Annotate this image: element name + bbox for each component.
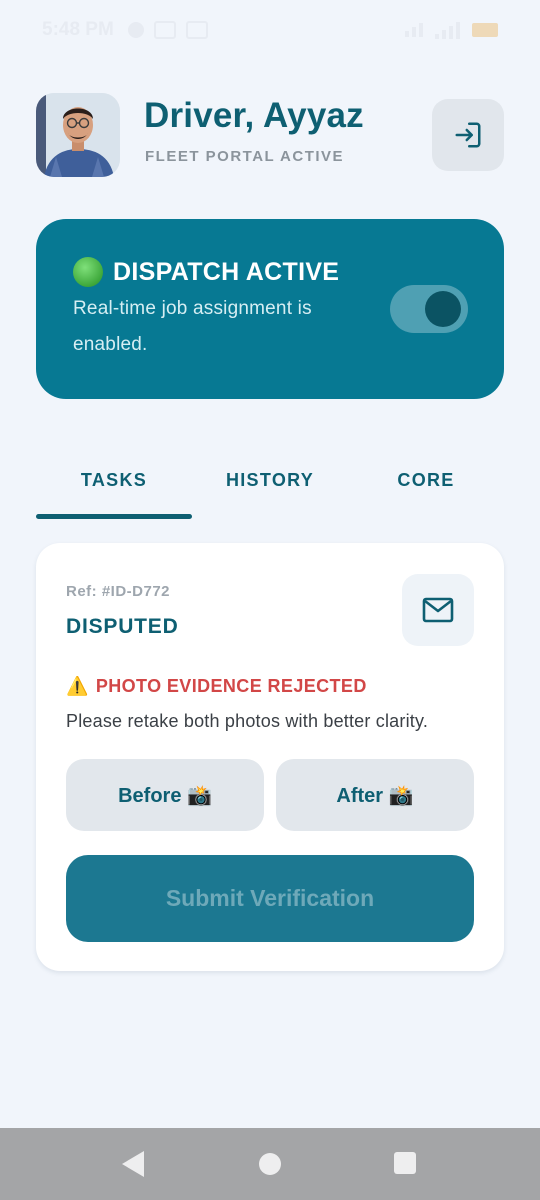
dispatch-description: Real-time job assignment is enabled.: [73, 298, 312, 355]
avatar: [36, 93, 120, 177]
logout-icon: [455, 122, 481, 148]
dispatch-toggle[interactable]: [390, 285, 468, 333]
warning-text: PHOTO EVIDENCE REJECTED: [95, 676, 367, 696]
status-time: 5:48 PM: [42, 19, 114, 40]
dispatch-title-row: DISPATCH ACTIVE: [73, 257, 339, 287]
notification-app-icon: [153, 21, 176, 39]
message-button[interactable]: [402, 574, 474, 646]
submit-verification-button[interactable]: Submit Verification: [66, 855, 474, 942]
tab-history[interactable]: HISTORY: [192, 470, 348, 491]
warning-icon: ⚠️: [66, 676, 89, 696]
wifi-icon: [405, 23, 423, 37]
system-nav-bar: [0, 1128, 540, 1200]
tab-tasks[interactable]: TASKS: [36, 470, 192, 491]
driver-photo: [36, 93, 120, 177]
logout-button[interactable]: [432, 99, 504, 171]
status-system-icons: [405, 21, 498, 39]
portal-status: FLEET PORTAL ACTIVE: [145, 148, 345, 165]
dispatch-title: DISPATCH ACTIVE: [113, 257, 340, 286]
active-tab-indicator: [36, 514, 192, 519]
warning-row: ⚠️ PHOTO EVIDENCE REJECTED: [66, 676, 367, 697]
toggle-knob: [425, 291, 461, 327]
mail-icon: [422, 597, 454, 623]
signal-icon: [435, 21, 460, 39]
recents-icon[interactable]: [394, 1152, 416, 1174]
status-notification-icons: [127, 21, 208, 39]
driver-name: Driver, Ayyaz: [144, 96, 364, 135]
task-status: DISPUTED: [66, 615, 179, 638]
green-circle-icon: [73, 257, 103, 287]
task-card: Ref: #ID-D772 DISPUTED ⚠️ PHOTO EVIDENCE…: [36, 543, 504, 971]
task-note: Please retake both photos with better cl…: [66, 711, 429, 731]
dispatch-card: DISPATCH ACTIVE Real-time job assignment…: [36, 219, 504, 399]
tab-core[interactable]: CORE: [348, 470, 504, 491]
task-reference: Ref: #ID-D772: [66, 583, 171, 600]
before-photo-button[interactable]: Before 📸: [66, 759, 264, 831]
after-photo-button[interactable]: After 📸: [276, 759, 474, 831]
status-bar: 5:48 PM: [0, 0, 540, 60]
battery-icon: [472, 23, 498, 37]
home-icon[interactable]: [259, 1153, 281, 1175]
notification-icon: [127, 22, 144, 38]
back-icon[interactable]: [122, 1151, 144, 1177]
message-notification-icon: [185, 21, 208, 39]
